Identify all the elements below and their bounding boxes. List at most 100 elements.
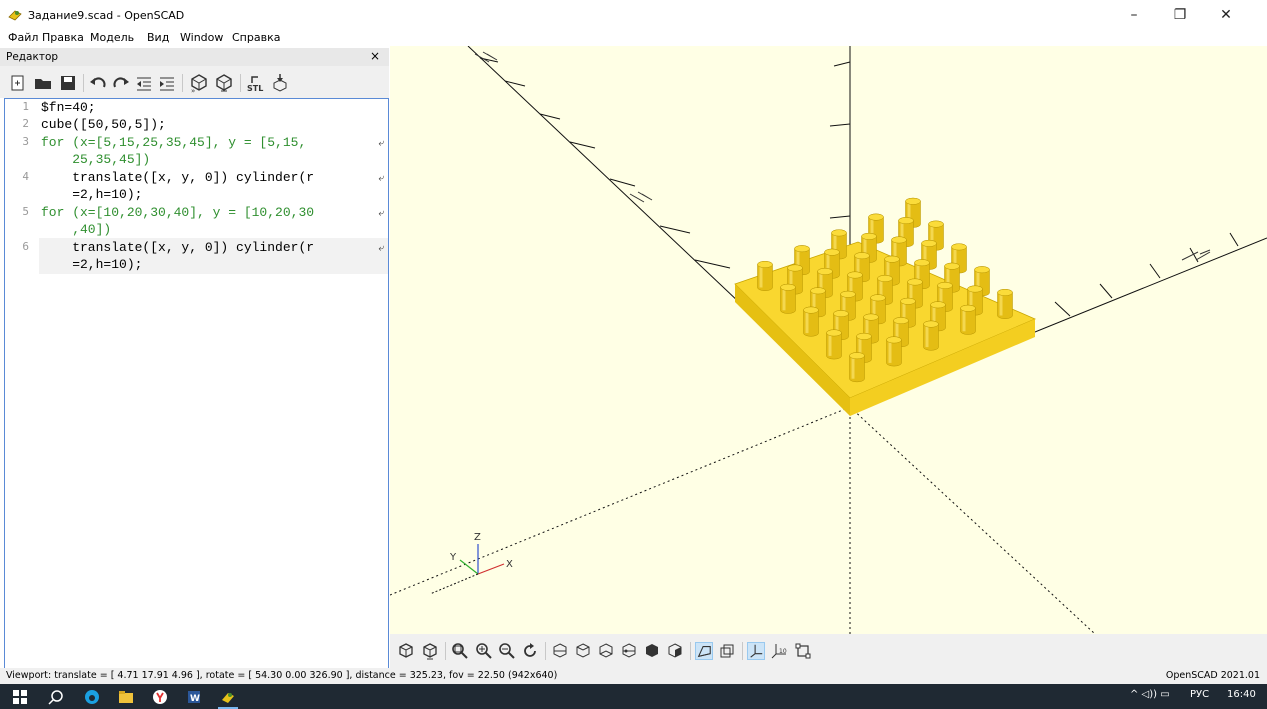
cylinder-top	[787, 264, 803, 272]
code-line-wrapped: 25,35,45])	[41, 152, 151, 167]
cylinder-top	[757, 261, 773, 268]
export-stl-icon[interactable]: STL	[246, 73, 266, 93]
zoom-out-icon[interactable]	[498, 642, 516, 660]
clock[interactable]: 16:40	[1227, 689, 1256, 700]
line-number: 4	[22, 170, 29, 183]
minimize-button[interactable]: –	[1111, 4, 1157, 26]
editor-close-button[interactable]: ×	[370, 49, 380, 63]
editor-panel-header: Редактор ×	[0, 48, 389, 66]
cylinder-top	[893, 317, 909, 325]
cylinder-highlight	[888, 339, 892, 363]
taskbar: W ^ ◁)) ▭ РУС 16:40	[0, 684, 1267, 709]
restore-button[interactable]: ❐	[1157, 4, 1203, 26]
gizmo-y-axis	[459, 559, 479, 575]
view-bottom-icon[interactable]	[597, 642, 615, 660]
view-front-icon[interactable]	[643, 642, 661, 660]
cylinder-top	[817, 268, 833, 275]
cylinder-top	[898, 217, 914, 225]
wrap-indicator-icon: ⤶	[378, 208, 384, 219]
cylinder-top	[967, 285, 983, 293]
perspective-icon[interactable]	[695, 642, 713, 660]
view-top-icon[interactable]	[574, 642, 592, 660]
cylinder-highlight	[805, 310, 809, 334]
menu-model[interactable]: Модель	[90, 31, 134, 44]
code-line: $fn=40;	[41, 100, 96, 115]
code-line-wrapped: =2,h=10);	[41, 257, 143, 272]
view-all-icon[interactable]	[451, 642, 469, 660]
cylinder-top	[914, 259, 930, 267]
view-left-icon[interactable]	[620, 642, 638, 660]
cylinder-top	[849, 352, 865, 360]
yandex-browser-icon[interactable]	[152, 689, 168, 705]
send-to-print-icon[interactable]	[270, 73, 290, 93]
render-icon[interactable]	[421, 642, 439, 660]
edge-browser-icon[interactable]	[84, 689, 100, 705]
cylinder-top	[907, 278, 923, 286]
tray-icons[interactable]: ^ ◁)) ▭	[1130, 689, 1170, 700]
cylinder-top	[810, 287, 826, 295]
code-line-wrapped: ,40])	[41, 222, 112, 237]
new-file-icon[interactable]	[8, 73, 28, 93]
undo-icon[interactable]	[88, 73, 108, 93]
preview-icon[interactable]: »	[189, 73, 209, 93]
window-title: Задание9.scad - OpenSCAD	[28, 9, 185, 22]
cylinder-top	[856, 332, 872, 340]
code-line: translate([x, y, 0]) cylinder(r	[41, 240, 315, 255]
menu-view[interactable]: Вид	[147, 31, 169, 44]
show-scale-markers-icon[interactable]: 10	[770, 642, 788, 660]
view-back-icon[interactable]	[666, 642, 684, 660]
show-axes-icon[interactable]	[747, 642, 765, 660]
cylinder-top	[854, 252, 870, 260]
unindent-icon[interactable]	[134, 73, 154, 93]
cylinder-top	[780, 283, 796, 291]
view-right-icon[interactable]	[551, 642, 569, 660]
code-editor[interactable]: 1 2 3 4 5 6 $fn=40; cube([50,50,5]); for…	[4, 98, 389, 670]
menu-help[interactable]: Справка	[232, 31, 280, 44]
cylinder-highlight	[999, 292, 1003, 316]
gizmo-negative-axis	[429, 573, 479, 595]
orthogonal-icon[interactable]	[718, 642, 736, 660]
menu-window[interactable]: Window	[180, 31, 223, 44]
close-button[interactable]: ✕	[1203, 4, 1249, 26]
cylinder-highlight	[782, 287, 786, 311]
title-bar: Задание9.scad - OpenSCAD – ❐ ✕	[0, 0, 1267, 30]
toolbar-separator	[545, 642, 546, 660]
openscad-app-icon	[8, 10, 22, 21]
cylinder-top	[923, 320, 939, 328]
indent-icon[interactable]	[157, 73, 177, 93]
render-icon[interactable]	[214, 73, 234, 93]
show-edges-icon[interactable]	[794, 642, 812, 660]
cylinder-top	[868, 213, 884, 221]
cylinder-top	[831, 229, 847, 237]
3d-viewport[interactable]: Z X Y	[390, 46, 1267, 634]
svg-text:W: W	[190, 694, 200, 704]
windows-start-icon[interactable]	[12, 689, 28, 705]
wrap-indicator-icon: ⤶	[378, 173, 384, 184]
menu-file[interactable]: Файл	[8, 31, 38, 44]
keyboard-layout-indicator[interactable]: РУС	[1190, 689, 1209, 700]
word-icon[interactable]: W	[186, 689, 202, 705]
save-icon[interactable]	[58, 73, 78, 93]
cylinder-top	[833, 310, 849, 318]
search-icon[interactable]	[48, 689, 64, 705]
reset-view-icon[interactable]	[521, 642, 539, 660]
open-file-icon[interactable]	[33, 73, 53, 93]
version-label: OpenSCAD 2021.01	[1165, 670, 1260, 681]
menu-bar: Файл Правка Модель Вид Window Справка	[0, 30, 1267, 46]
svg-text:»: »	[191, 87, 195, 93]
code-line: cube([50,50,5]);	[41, 117, 166, 132]
status-bar: Viewport: translate = [ 4.71 17.91 4.96 …	[0, 668, 1267, 684]
redo-icon[interactable]	[111, 73, 131, 93]
preview-icon[interactable]	[397, 642, 415, 660]
cylinder-top	[937, 282, 953, 289]
cylinder-highlight	[962, 308, 966, 332]
menu-edit[interactable]: Правка	[42, 31, 84, 44]
file-explorer-icon[interactable]	[118, 689, 134, 705]
orientation-axes-gizmo: Z X Y	[429, 532, 513, 595]
cylinder-top	[870, 294, 886, 302]
cylinder-top	[891, 236, 907, 244]
y-axis-negative	[849, 406, 1096, 634]
code-line: for (x=[10,20,30,40], y = [10,20,30	[41, 205, 315, 220]
zoom-in-icon[interactable]	[475, 642, 493, 660]
openscad-taskbar-icon[interactable]	[220, 689, 236, 705]
